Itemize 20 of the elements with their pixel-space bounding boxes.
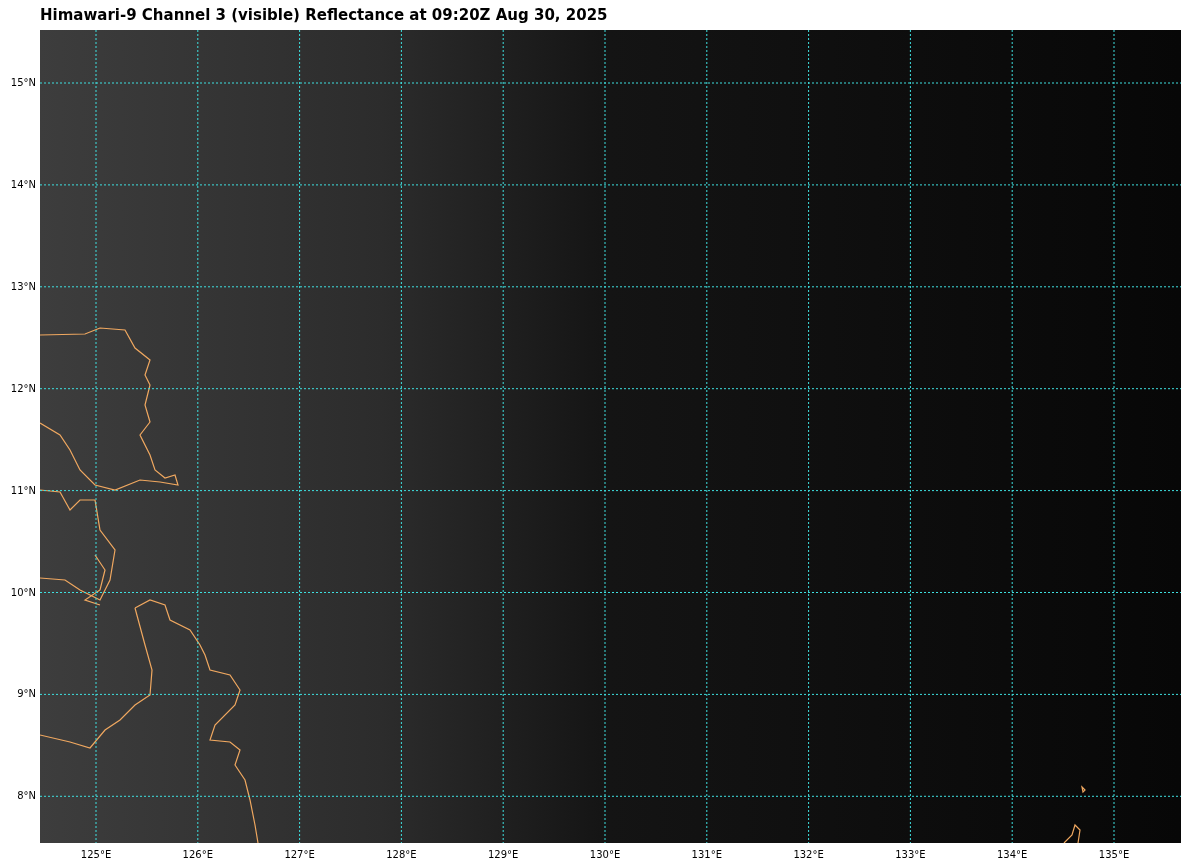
longitude-label: 126°E (181, 849, 214, 860)
longitude-label: 132°E (792, 849, 825, 860)
latitude-label: 12°N (10, 382, 36, 394)
latitude-label: 15°N (10, 77, 36, 88)
longitude-label: 129°E (487, 849, 520, 860)
longitude-label: 131°E (690, 849, 723, 860)
latitude-label: 13°N (10, 280, 36, 292)
latitude-label: 10°N (10, 586, 36, 598)
chart-title: Himawari-9 Channel 3 (visible) Reflectance at 09:20Z Aug 30, 2025 (40, 6, 608, 24)
latitude-label: 9°N (17, 688, 36, 700)
longitude-label: 130°E (588, 849, 622, 860)
latitude-label: 11°N (10, 484, 36, 496)
longitude-label: 135°E (1097, 849, 1131, 860)
longitude-label: 125°E (79, 849, 113, 860)
longitude-label: 128°E (385, 849, 418, 860)
longitude-label: 133°E (894, 849, 927, 860)
latitude-label: 14°N (10, 178, 36, 190)
latitude-label: 8°N (17, 790, 36, 802)
longitude-label: 134°E (996, 849, 1029, 860)
longitude-label: 127°E (283, 849, 316, 860)
